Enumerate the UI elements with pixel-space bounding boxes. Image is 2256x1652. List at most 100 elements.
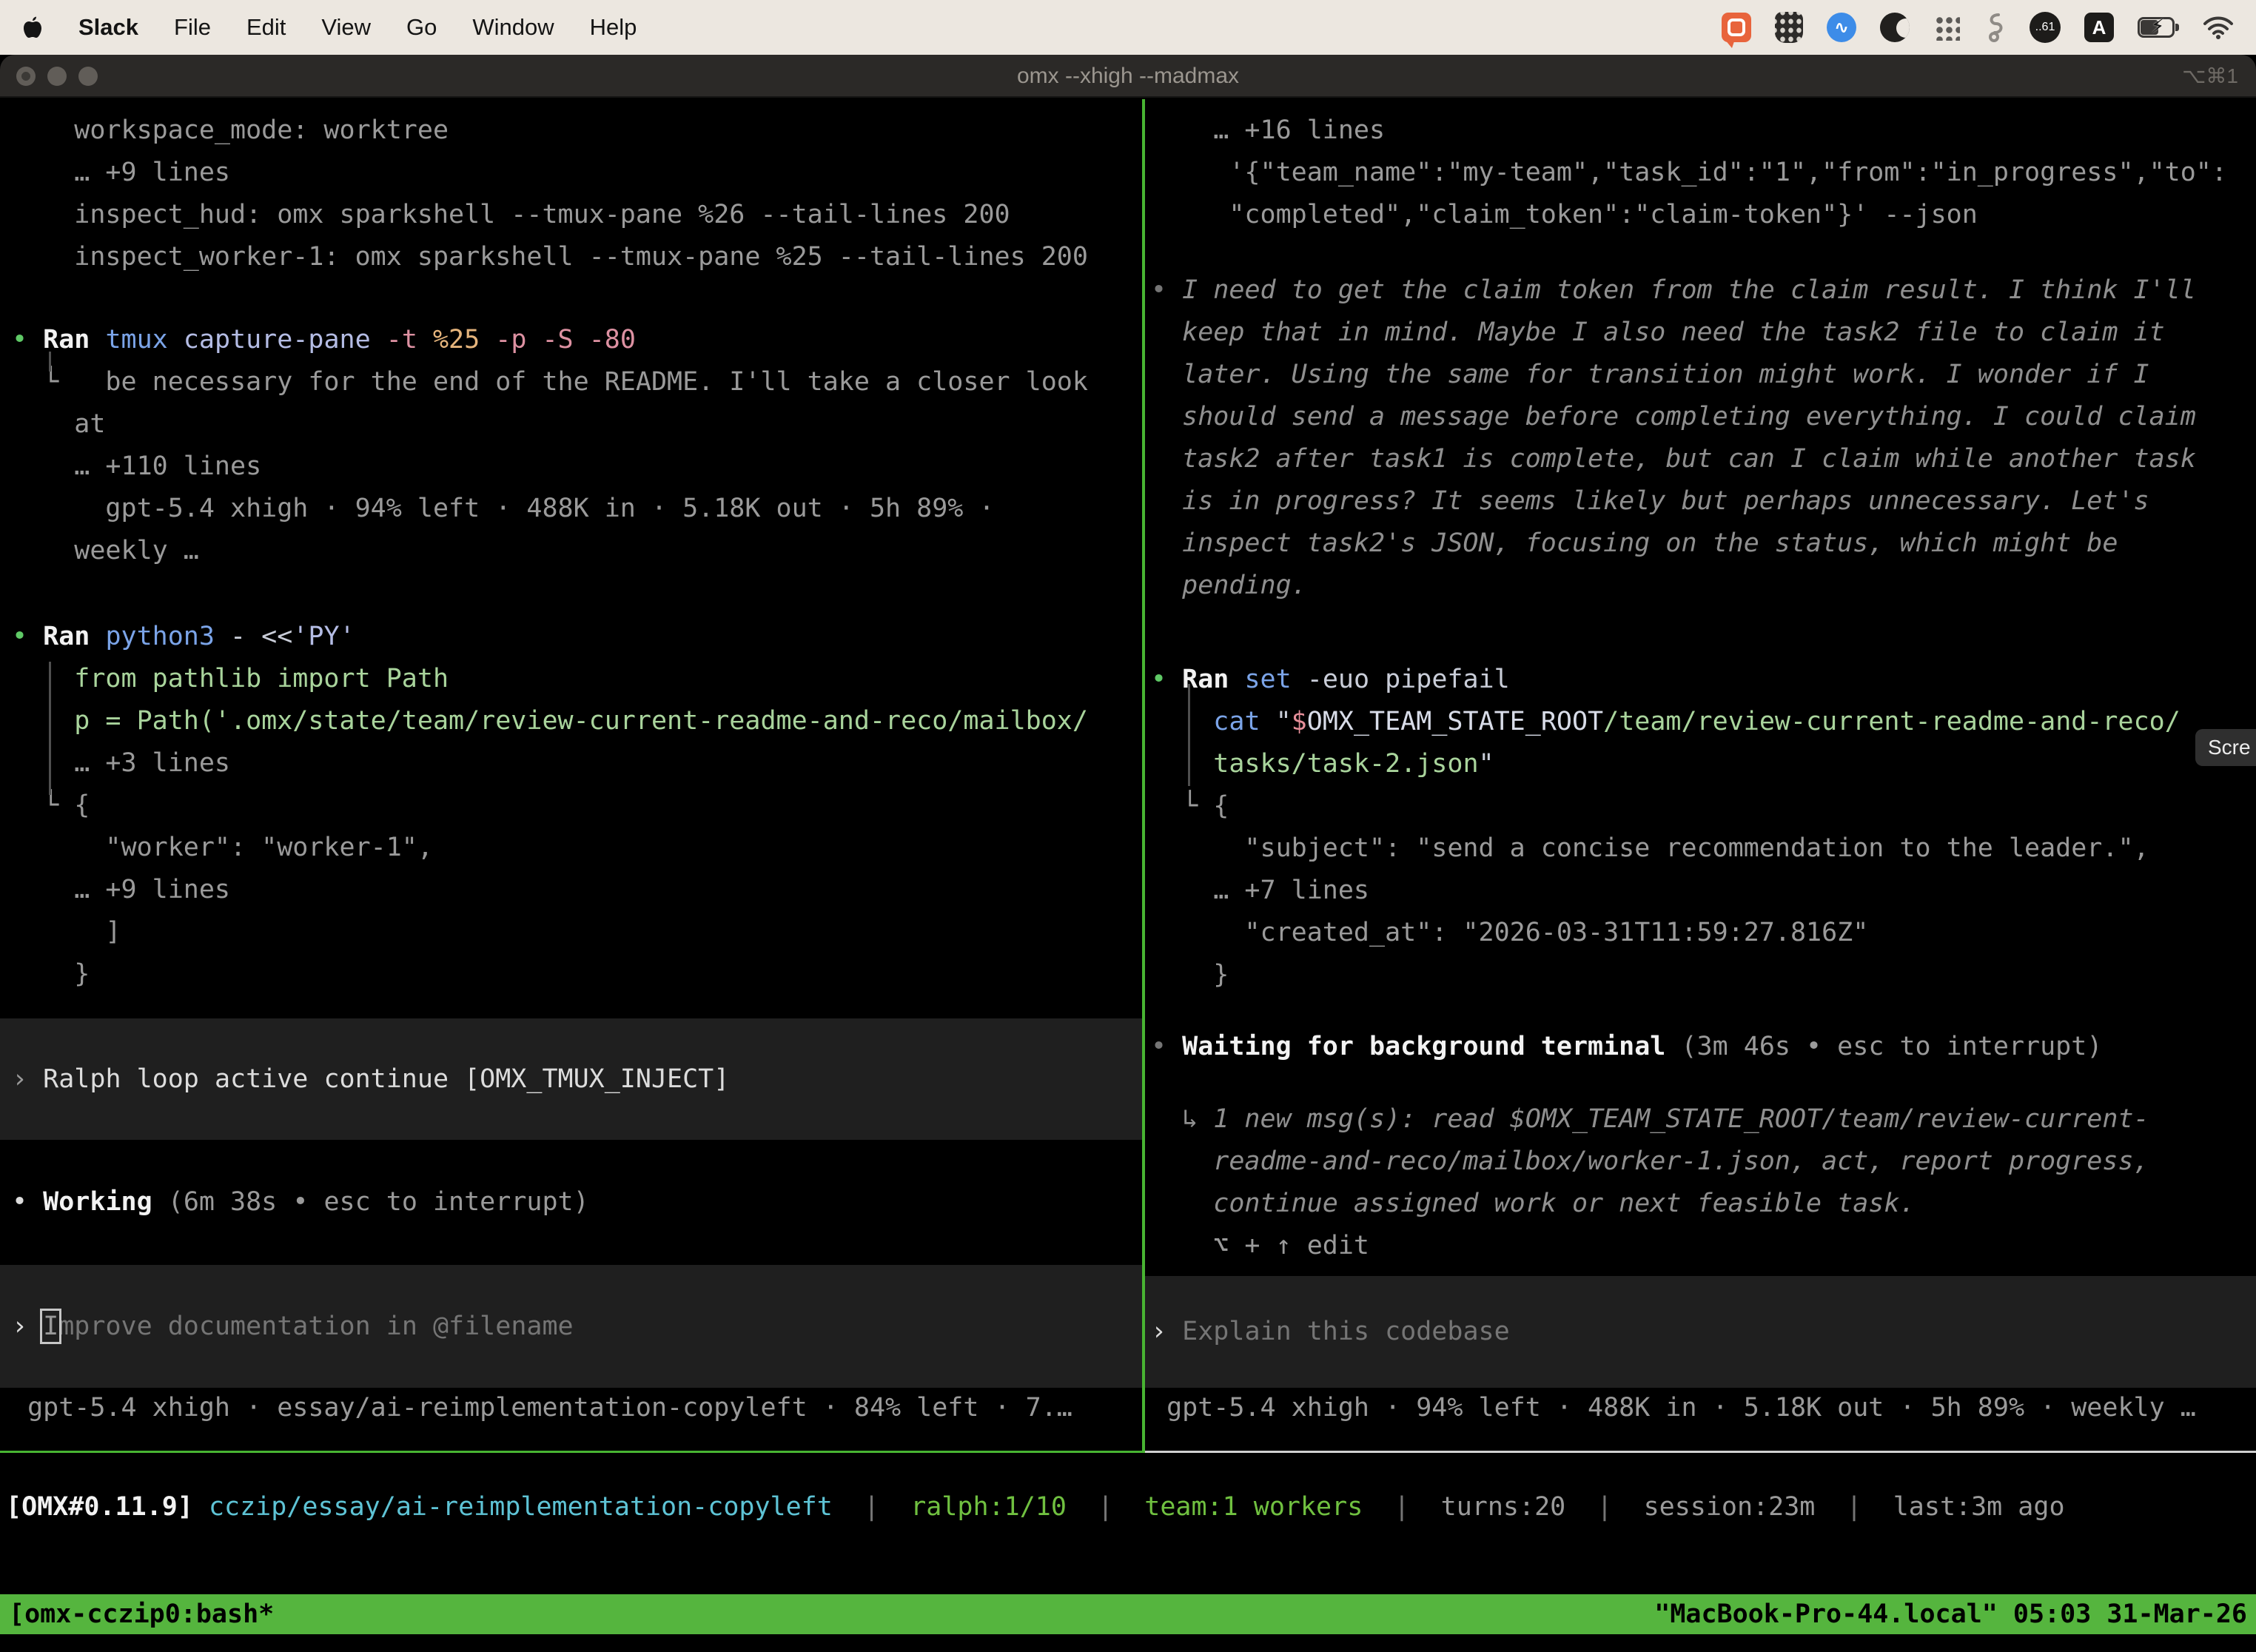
menu-item-file[interactable]: File [174,14,211,41]
text-segment: 'PY' [292,622,355,651]
text-line: readme-and-reco/mailbox/worker-1.json, a… [1151,1141,2256,1183]
mailbox-message-block: ↳ 1 new msg(s): read $OMX_TEAM_STATE_ROO… [1151,1098,2256,1267]
text-line: … +16 lines [1151,110,2256,152]
wifi-icon[interactable] [2203,16,2234,39]
pane-right[interactable]: … +16 lines '{"team_name":"my-team","tas… [1145,99,2256,1453]
tree-guide [1188,684,1190,786]
text-line: pending. [1151,565,2256,607]
text-segment: last:3m ago [1893,1492,2065,1522]
text-segment: " [1479,749,1494,779]
text-line: weekly … [12,530,1142,572]
text-segment: [OMX#0.11.9] [6,1492,193,1522]
text-line: keep that in mind. Maybe I also need the… [1151,312,2256,354]
text-line: workspace_mode: worktree [12,110,1142,152]
text-line: ↳ 1 new msg(s): read $OMX_TEAM_STATE_ROO… [1151,1098,2256,1141]
working-line: • Working (6m 38s • esc to interrupt) [12,1181,1142,1223]
text-segment: | [1067,1492,1144,1522]
text-segment [1229,665,1244,694]
text-segment: -t [371,325,417,355]
right-status-text: gpt-5.4 xhigh · 94% left · 488K in · 5.1… [1151,1387,2256,1429]
ralph-loop-text: › Ralph loop active continue [OMX_TMUX_I… [0,1058,729,1101]
menu-item-help[interactable]: Help [590,14,637,41]
crescent-icon[interactable] [1880,13,1910,42]
text-segment: cczip/essay/ai-reimplementation-copyleft [209,1492,833,1522]
text-line: "completed","claim_token":"claim-token"}… [1151,194,2256,236]
menu-item-window[interactable]: Window [472,14,554,41]
left-prompt-input[interactable]: › Improve documentation in @filename [0,1265,1142,1388]
text-segment: | [1565,1492,1643,1522]
menu-item-go[interactable]: Go [406,14,437,41]
menu-item-view[interactable]: View [321,14,371,41]
text-segment: › [12,1312,43,1341]
text-segment: Explain this codebase [1182,1317,1510,1346]
dots-grid-icon[interactable] [1933,14,1960,41]
text-line: later. Using the same for transition mig… [1151,354,2256,396]
chat-tail [1725,39,1735,48]
grid-shield-icon[interactable] [1775,12,1803,43]
text-line: "created_at": "2026-03-31T11:59:27.816Z" [1151,912,2256,954]
text-line: at [12,403,1142,446]
right-ran-set-block: • Ran set -euo pipefail cat "$OMX_TEAM_S… [1151,659,2256,996]
text-segment [90,622,105,651]
screen-notification-tooltip[interactable]: Scre [2195,729,2256,766]
left-ran-tmux-block: • Ran tmux capture-pane -t %25 -p -S -80… [12,319,1142,572]
blue-pulse-icon[interactable]: ∿ [1827,13,1856,42]
cat-output: └ { "subject": "send a concise recommend… [1151,785,2256,996]
left-ran-python-block: • Ran python3 - <<'PY' from pathlib impo… [12,616,1142,995]
title-bar[interactable]: omx --xhigh --madmax ⌥⌘1 [0,55,2256,98]
input-source-icon[interactable]: A [2084,13,2114,42]
text-segment: -p -S -80 [480,325,636,355]
tmux-session-label: [omx-cczip0:bash* [9,1599,274,1629]
text-segment: (3m 46s • esc to interrupt) [1665,1032,2102,1061]
text-line: … +110 lines [12,446,1142,488]
text-line: p = Path('.omx/state/team/review-current… [12,700,1142,742]
text-line: inspect_hud: omx sparkshell --tmux-pane … [12,194,1142,236]
left-status-text: gpt-5.4 xhigh · essay/ai-reimplementatio… [12,1387,1142,1429]
right-pane-border [1145,1451,2256,1453]
text-segment: Ralph loop active continue [OMX_TMUX_INJ… [43,1064,729,1094]
text-line: … +3 lines [12,742,1142,785]
command-line-tmux: • Ran tmux capture-pane -t %25 -p -S -80 [12,319,1142,361]
text-segment: turns:20 [1441,1492,1566,1522]
tmux-host-clock: "MacBook-Pro-44.local" 05:03 31-Mar-26 [1654,1599,2247,1629]
tree-guide [49,352,51,372]
chat-notification-icon[interactable] [1722,13,1751,42]
text-segment: (6m 38s • esc to interrupt) [152,1187,589,1217]
pane-left[interactable]: workspace_mode: worktree … +9 lines insp… [0,99,1142,1453]
tmux-output: └ be necessary for the end of the README… [12,361,1142,572]
text-segment: I [43,1312,58,1341]
command-line-set: • Ran set -euo pipefail [1151,659,2256,701]
right-scrollback: … +16 lines '{"team_name":"my-team","tas… [1151,110,2256,236]
terminal-window: omx --xhigh --madmax ⌥⌘1 workspace_mode:… [0,55,2256,1652]
text-segment: session:23m [1644,1492,1816,1522]
thinking-first-line: • I need to get the claim token from the… [1151,269,2256,312]
text-line: └ be necessary for the end of the README… [12,361,1142,403]
menu-app-name[interactable]: Slack [78,14,138,41]
left-model-status: gpt-5.4 xhigh · essay/ai-reimplementatio… [12,1387,1142,1429]
battery-nub [2175,24,2179,31]
text-line: ] [12,911,1142,953]
text-segment: | [1363,1492,1440,1522]
waiting-status: • Waiting for background terminal (3m 46… [1151,1026,2256,1068]
text-line: continue assigned work or next feasible … [1151,1183,2256,1225]
text-segment: Ran [43,325,90,355]
right-prompt-input[interactable]: › Explain this codebase [1145,1276,2256,1388]
python-output: … +3 lines └ { "worker": "worker-1", … +… [12,742,1142,995]
count-badge-icon[interactable]: ..61 [2030,12,2061,43]
battery-icon[interactable]: ⚡ [2138,17,2179,38]
apple-menu-icon[interactable] [22,16,43,39]
menu-bar-left: Slack File Edit View Go Window Help [22,14,637,41]
tree-guide [49,662,51,795]
left-scrollback: workspace_mode: worktree … +9 lines insp… [12,110,1142,278]
squiggle-icon[interactable] [1984,12,2006,43]
menu-item-edit[interactable]: Edit [246,14,286,41]
command-line-cat: cat "$OMX_TEAM_STATE_ROOT/team/review-cu… [1151,701,2256,743]
text-segment: - << [215,622,292,651]
text-segment: -euo pipefail [1292,665,1510,694]
text-segment: | [1815,1492,1893,1522]
text-segment: capture-pane [168,325,371,355]
text-segment: team:1 workers [1144,1492,1363,1522]
left-input-line: › Improve documentation in @filename [0,1306,574,1348]
edit-hint: ⌥ + ↑ edit [1151,1225,2256,1267]
text-segment: › [12,1064,43,1094]
